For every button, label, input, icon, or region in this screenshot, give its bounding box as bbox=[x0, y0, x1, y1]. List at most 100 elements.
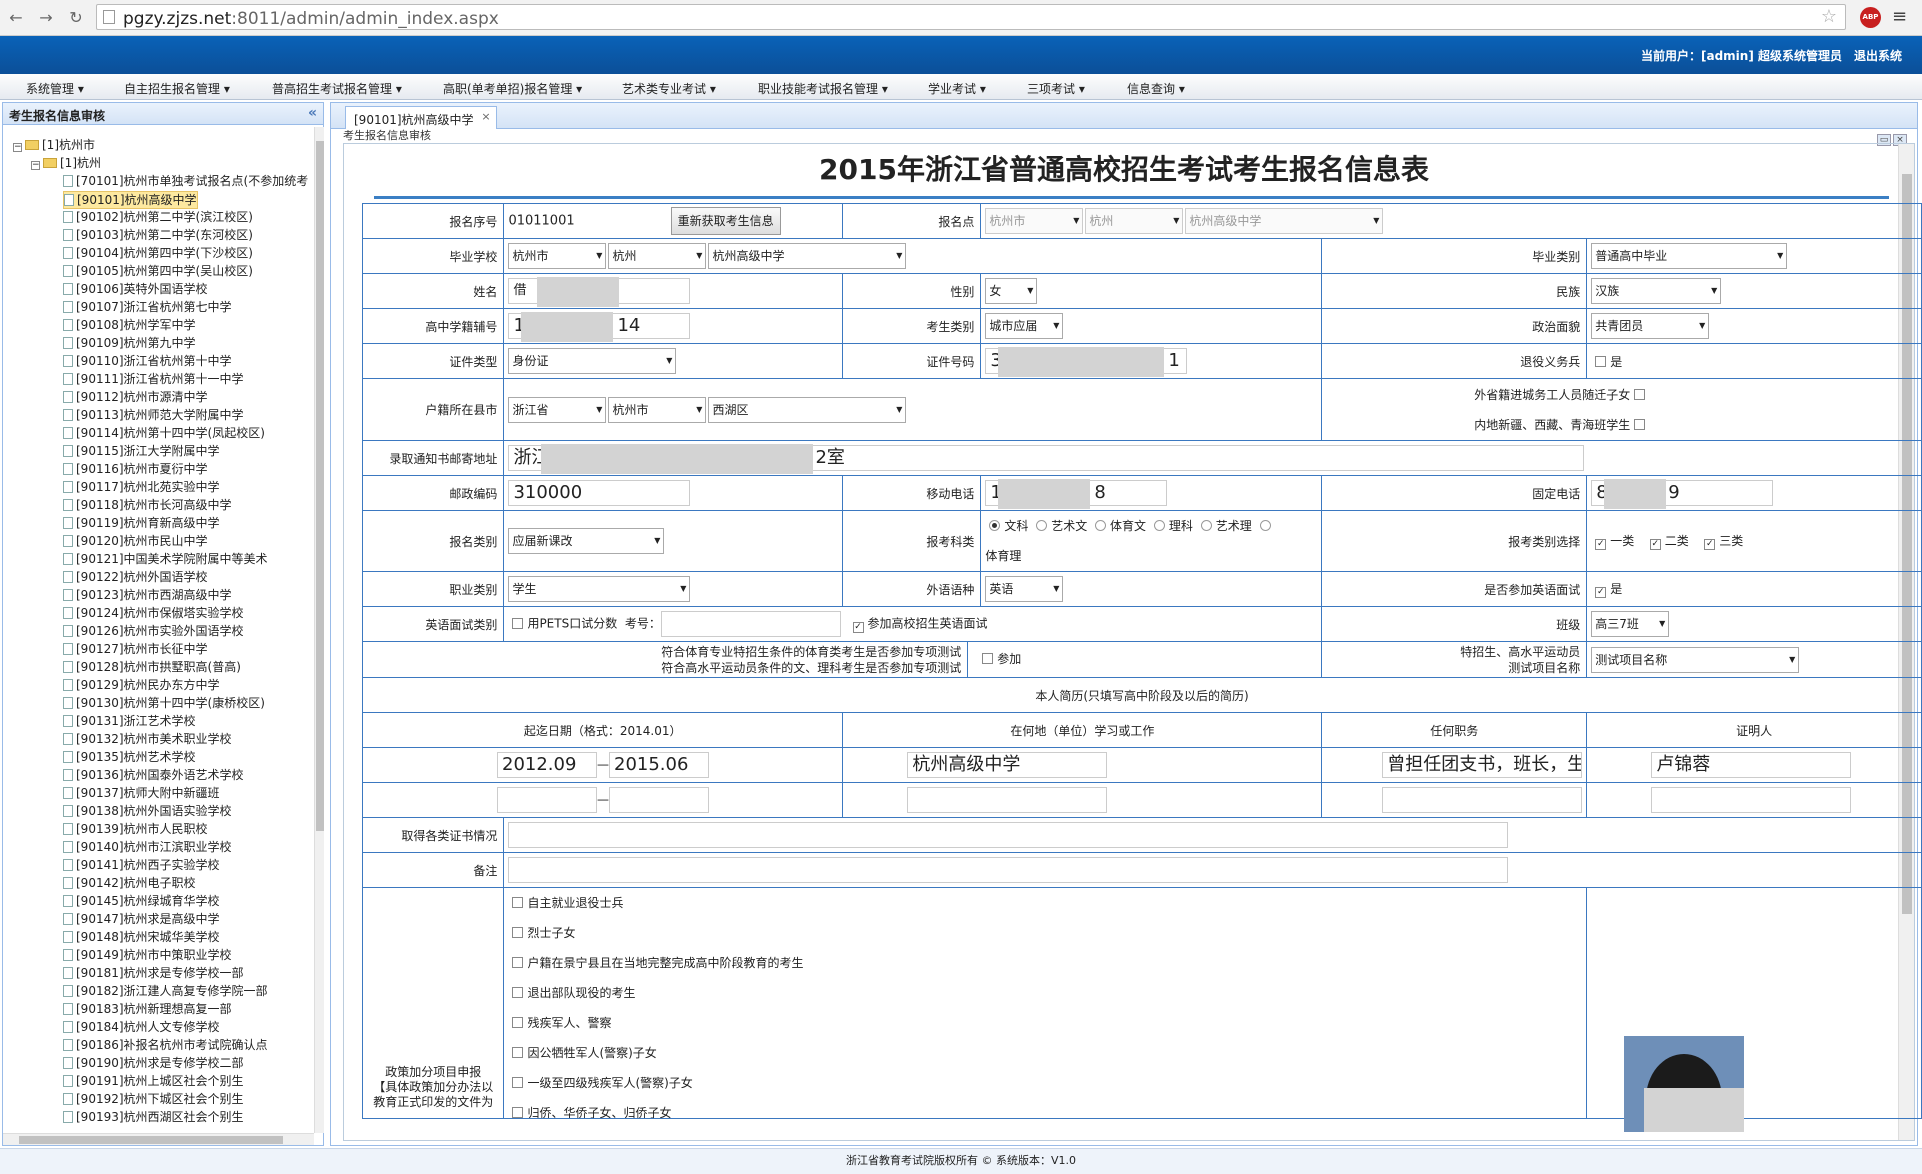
tree-item[interactable]: [90181]杭州求是专修学校一部 bbox=[63, 965, 244, 981]
school-name-select[interactable]: 杭州高级中学 bbox=[708, 243, 907, 269]
tree-item[interactable]: [90142]杭州电子职校 bbox=[63, 875, 196, 891]
tree-item[interactable]: [90107]浙江省杭州第七中学 bbox=[63, 299, 232, 315]
zip-input[interactable]: 310000 bbox=[508, 480, 691, 506]
tree-item[interactable]: [90126]杭州市实验外国语学校 bbox=[63, 623, 244, 639]
mobile-input[interactable]: 18 bbox=[985, 479, 1168, 509]
resume2-duty-input[interactable] bbox=[1382, 787, 1583, 813]
cert-input[interactable] bbox=[508, 822, 1509, 848]
choice-checkbox-3[interactable]: ✓ bbox=[1704, 539, 1716, 550]
tree-item[interactable]: [90193]杭州西湖区社会个别生 bbox=[63, 1109, 244, 1125]
tree-item[interactable]: [90123]杭州市西湖高级中学 bbox=[63, 587, 232, 603]
gender-select[interactable]: 女 bbox=[985, 278, 1038, 304]
menu-vocational-single[interactable]: 高职(单考单招)报名管理 ▾ bbox=[443, 80, 582, 97]
examno-input[interactable] bbox=[660, 611, 841, 637]
close-icon[interactable]: × bbox=[481, 110, 490, 123]
tree-item[interactable]: [90115]浙江大学附属中学 bbox=[63, 443, 220, 459]
stuno-input[interactable]: 1 14 bbox=[508, 312, 691, 342]
logout-link[interactable]: 退出系统 bbox=[1854, 47, 1902, 64]
remark-input[interactable] bbox=[508, 857, 1509, 883]
subject-radio-sport-science[interactable] bbox=[1259, 520, 1271, 531]
resume1-start-input[interactable]: 2012.09 bbox=[497, 752, 597, 778]
hukou-district-select[interactable]: 西湖区 bbox=[708, 396, 907, 423]
ethnic-select[interactable]: 汉族 bbox=[1591, 278, 1722, 304]
policy-checkbox[interactable] bbox=[512, 987, 524, 998]
tree-item[interactable]: [90140]杭州市江滨职业学校 bbox=[63, 839, 232, 855]
tree-item[interactable]: [90118]杭州市长河高级中学 bbox=[63, 497, 232, 513]
browser-menu-icon[interactable]: ≡ bbox=[1892, 6, 1907, 27]
tree-item[interactable]: [90131]浙江艺术学校 bbox=[63, 713, 196, 729]
school-district-select[interactable]: 杭州 bbox=[608, 243, 707, 269]
migrant-checkbox[interactable] bbox=[1634, 388, 1646, 400]
adblock-icon[interactable]: ABP bbox=[1860, 7, 1881, 28]
toggle-minus-icon[interactable]: − bbox=[13, 143, 22, 152]
tree-item[interactable]: [90103]杭州第二中学(东河校区) bbox=[63, 227, 253, 243]
tree-item[interactable]: [90130]杭州第十四中学(康桥校区) bbox=[63, 695, 265, 711]
subject-radio-art-science[interactable] bbox=[1200, 520, 1212, 531]
menu-skill-exam[interactable]: 职业技能考试报名管理 ▾ bbox=[758, 80, 888, 97]
tree-item[interactable]: [90147]杭州求是高级中学 bbox=[63, 911, 220, 927]
tree-item[interactable]: [90148]杭州宋城华美学校 bbox=[63, 929, 220, 945]
policy-checkbox[interactable] bbox=[512, 957, 524, 968]
tree-item[interactable]: [90114]杭州第十四中学(凤起校区) bbox=[63, 425, 265, 441]
tab-school[interactable]: [90101]杭州高级中学 × bbox=[345, 106, 497, 129]
refresh-info-button[interactable]: 重新获取考生信息 bbox=[670, 207, 781, 235]
tree-item[interactable]: [90111]浙江省杭州第十一中学 bbox=[63, 371, 244, 387]
tree-item[interactable]: [90132]杭州市美术职业学校 bbox=[63, 731, 232, 747]
policy-checkbox[interactable] bbox=[512, 1047, 524, 1058]
tree-item[interactable]: [90113]杭州师范大学附属中学 bbox=[63, 407, 244, 423]
idno-input[interactable]: 31 bbox=[985, 347, 1188, 377]
tree-item-selected[interactable]: [90101]杭州高级中学 bbox=[63, 191, 198, 209]
menu-academic-exam[interactable]: 学业考试 ▾ bbox=[928, 80, 986, 97]
resume2-place-input[interactable] bbox=[907, 787, 1108, 813]
resume2-end-input[interactable] bbox=[609, 787, 709, 813]
political-select[interactable]: 共青团员 bbox=[1591, 313, 1710, 339]
tree-item[interactable]: [90138]杭州外国语实验学校 bbox=[63, 803, 232, 819]
resume1-witness-input[interactable]: 卢锦蓉 bbox=[1651, 752, 1852, 778]
point-school-select[interactable]: 杭州高级中学 bbox=[1185, 208, 1384, 234]
collapse-icon[interactable]: « bbox=[308, 105, 317, 121]
idtype-select[interactable]: 身份证 bbox=[508, 348, 677, 374]
tree-item[interactable]: [90106]英特外国语学校 bbox=[63, 281, 208, 297]
policy-checkbox[interactable] bbox=[512, 1017, 524, 1028]
tree-horizontal-scrollbar[interactable] bbox=[3, 1133, 314, 1145]
tree-item[interactable]: [90122]杭州外国语学校 bbox=[63, 569, 208, 585]
tree-item[interactable]: [90117]杭州北苑实验中学 bbox=[63, 479, 220, 495]
policy-checkbox[interactable] bbox=[512, 1107, 524, 1118]
address-bar[interactable]: pgzy.zjzs.net:8011/admin/admin_index.asp… bbox=[96, 4, 1846, 30]
subject-radio-science[interactable] bbox=[1153, 520, 1165, 531]
gradtype-select[interactable]: 普通高中毕业 bbox=[1591, 243, 1788, 269]
tree-item[interactable]: [90124]杭州市保俶塔实验学校 bbox=[63, 605, 244, 621]
school-city-select[interactable]: 杭州市 bbox=[508, 243, 607, 269]
resume2-witness-input[interactable] bbox=[1651, 787, 1852, 813]
tree-item[interactable]: [90149]杭州市中策职业学校 bbox=[63, 947, 232, 963]
hukou-province-select[interactable]: 浙江省 bbox=[508, 396, 607, 423]
subject-radio-art-liberal[interactable] bbox=[1036, 520, 1048, 531]
point-city-select[interactable]: 杭州市 bbox=[985, 208, 1084, 234]
sports-item-select[interactable]: 测试项目名称 bbox=[1591, 646, 1800, 673]
tree-item[interactable]: [90191]杭州上城区社会个别生 bbox=[63, 1073, 244, 1089]
lang-select[interactable]: 英语 bbox=[985, 576, 1064, 602]
stutype-select[interactable]: 城市应届 bbox=[985, 313, 1064, 339]
tree-item[interactable]: [90141]杭州西子实验学校 bbox=[63, 857, 220, 873]
tree-item[interactable]: [90116]杭州市夏衍中学 bbox=[63, 461, 208, 477]
policy-checkbox[interactable] bbox=[512, 927, 524, 938]
tree-item[interactable]: [90129]杭州民办东方中学 bbox=[63, 677, 220, 693]
tree-item[interactable]: [90137]杭师大附中新疆班 bbox=[63, 785, 220, 801]
tree-vertical-scrollbar[interactable] bbox=[314, 127, 324, 1133]
oral-checkbox[interactable]: ✓ bbox=[1595, 587, 1607, 598]
xinjiang-checkbox[interactable] bbox=[1634, 418, 1646, 430]
scroll-thumb[interactable] bbox=[19, 1136, 283, 1144]
tree-item[interactable]: [90108]杭州学军中学 bbox=[63, 317, 196, 333]
bookmark-star-icon[interactable]: ☆ bbox=[1821, 6, 1837, 27]
oral-college-checkbox[interactable]: ✓ bbox=[852, 621, 864, 633]
tree-item[interactable]: [90110]浙江省杭州第十中学 bbox=[63, 353, 232, 369]
tree-item[interactable]: [90136]杭州国泰外语艺术学校 bbox=[63, 767, 244, 783]
resume1-duty-input[interactable]: 曾担任团支书，班长，生 bbox=[1382, 752, 1583, 778]
policy-checkbox[interactable] bbox=[512, 1077, 524, 1088]
hukou-city-select[interactable]: 杭州市 bbox=[608, 396, 707, 423]
tree-item[interactable]: [90184]杭州人文专修学校 bbox=[63, 1019, 220, 1035]
name-input[interactable]: 借 bbox=[508, 277, 691, 307]
tree-item[interactable]: [90135]杭州艺术学校 bbox=[63, 749, 196, 765]
tree-item[interactable]: [90190]杭州求是专修学校二部 bbox=[63, 1055, 244, 1071]
menu-self-enrollment[interactable]: 自主招生报名管理 ▾ bbox=[124, 80, 230, 97]
